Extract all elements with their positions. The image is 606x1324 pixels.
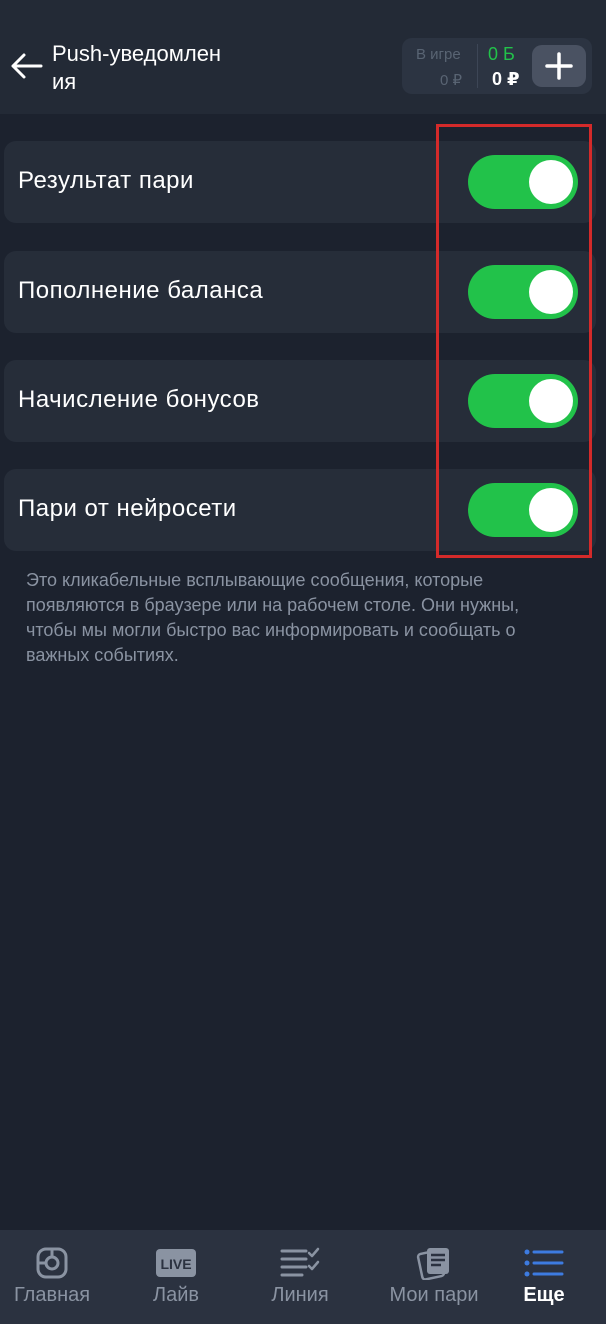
- nav-item-line[interactable]: Линия: [248, 1230, 352, 1324]
- balance-divider: [477, 44, 478, 88]
- nav-item-my-bets[interactable]: Мои пари: [366, 1230, 502, 1324]
- screen: Push-уведомления В игре 0 ₽ 0 Б 0 ₽ Резу…: [0, 0, 606, 1324]
- nav-item-live[interactable]: LIVE Лайв: [124, 1230, 228, 1324]
- nav-label: Линия: [271, 1284, 329, 1306]
- nav-item-more[interactable]: Еще: [494, 1230, 594, 1324]
- main-balance: 0 ₽: [492, 69, 520, 89]
- my-bets-icon: [416, 1246, 452, 1280]
- line-list-icon: [280, 1246, 320, 1280]
- bottom-nav: Главная LIVE Лайв Линия Мои пари Еще: [0, 1230, 606, 1324]
- description-text: Это кликабельные всплывающие сообщения, …: [26, 570, 520, 665]
- more-menu-icon: [524, 1246, 564, 1280]
- setting-label: Пополнение баланса: [18, 277, 264, 304]
- nav-label: Мои пари: [389, 1284, 479, 1306]
- header: Push-уведомления В игре 0 ₽ 0 Б 0 ₽: [0, 0, 606, 114]
- in-game-value: 0 ₽: [440, 72, 463, 89]
- deposit-button[interactable]: [532, 45, 586, 87]
- live-icon: LIVE: [155, 1246, 197, 1280]
- nav-label: Главная: [13, 1284, 91, 1306]
- home-icon: [35, 1246, 69, 1280]
- setting-label: Начисление бонусов: [18, 386, 260, 413]
- balance-widget[interactable]: В игре 0 ₽ 0 Б 0 ₽: [402, 38, 592, 94]
- setting-label: Результат пари: [18, 167, 194, 194]
- live-badge-text: LIVE: [160, 1256, 191, 1272]
- nav-item-home[interactable]: Главная: [0, 1230, 104, 1324]
- bonus-balance: 0 Б: [488, 44, 515, 64]
- plus-icon: [545, 52, 573, 80]
- in-game-label: В игре: [416, 46, 461, 63]
- page-title: Push-уведомления: [52, 41, 222, 94]
- nav-label: Лайв: [152, 1284, 200, 1306]
- back-button[interactable]: [6, 46, 46, 86]
- nav-label: Еще: [523, 1284, 565, 1306]
- arrow-left-icon: [11, 53, 43, 79]
- setting-label: Пари от нейросети: [18, 495, 237, 522]
- highlight-annotation: [436, 124, 592, 558]
